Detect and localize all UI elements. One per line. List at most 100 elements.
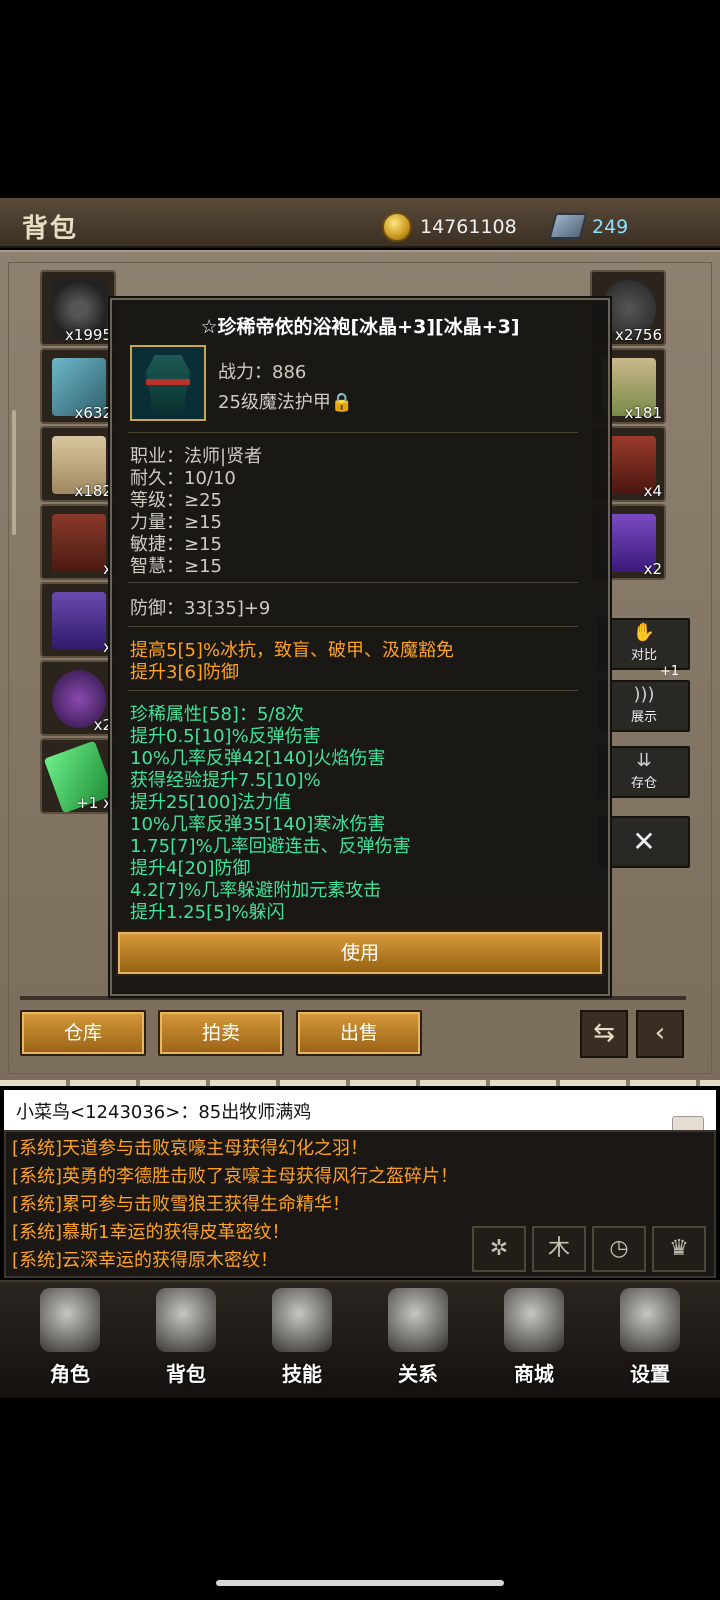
- inventory-slot[interactable]: x2: [40, 660, 116, 736]
- rare-line: 10%几率反弹35[140]寒冰伤害: [130, 814, 386, 835]
- nav-character[interactable]: 角色: [22, 1288, 118, 1392]
- backpack-icon: [156, 1288, 216, 1352]
- rare-line: 1.75[7]%几率回避连击、反弹伤害: [130, 836, 411, 857]
- inventory-slot[interactable]: x182: [40, 426, 116, 502]
- system-message: [系统]英勇的李德胜击败了哀嚎主母获得风行之盔碎片！: [12, 1166, 459, 1187]
- inventory-scrollbar[interactable]: [12, 410, 16, 535]
- divider: [128, 690, 578, 691]
- spellbook-icon: [272, 1288, 332, 1352]
- store-button[interactable]: ⇊ 存仓: [598, 746, 690, 798]
- store-label: 存仓: [630, 776, 657, 791]
- nav-label: 背包: [166, 1362, 206, 1386]
- gem-amount: 249: [592, 216, 629, 238]
- broadcast-icon: ))): [633, 684, 655, 705]
- sort-icon[interactable]: ⇆: [580, 1010, 628, 1058]
- warehouse-button[interactable]: 仓库: [20, 1010, 146, 1056]
- sell-button[interactable]: 出售: [296, 1010, 422, 1056]
- bonus-line: 提升3[6]防御: [130, 662, 239, 683]
- nav-label: 关系: [398, 1362, 438, 1386]
- gold-coin-icon: [382, 212, 412, 242]
- use-button[interactable]: 使用: [116, 930, 604, 976]
- nav-label: 技能: [282, 1362, 322, 1386]
- clock-icon[interactable]: ◷: [592, 1226, 646, 1272]
- gold-amount: 14761108: [420, 216, 517, 238]
- sash-decoration: [146, 379, 190, 385]
- system-message: [系统]慕斯1幸运的获得皮革密纹！: [12, 1222, 290, 1243]
- item-count: x2: [643, 560, 662, 578]
- inventory-slot[interactable]: x1995: [40, 270, 116, 346]
- req-line: 智慧：≥15: [130, 556, 222, 577]
- system-message: [系统]天道参与击败哀嚎主母获得幻化之羽！: [12, 1138, 369, 1159]
- nav-skills[interactable]: 技能: [254, 1288, 350, 1392]
- inventory-slot[interactable]: x632: [40, 348, 116, 424]
- chat-message-text: 小菜鸟<1243036>：85出牧师满鸡: [16, 1102, 312, 1123]
- rare-line: 提升1.25[5]%躲闪: [130, 902, 285, 923]
- gloves-icon: ✋: [632, 622, 656, 643]
- nav-relations[interactable]: 关系: [370, 1288, 466, 1392]
- defense-line: 防御：33[35]+9: [130, 598, 271, 619]
- item-type-label: 25级魔法护甲: [218, 392, 331, 413]
- system-message: [系统]云深幸运的获得原木密纹！: [12, 1250, 279, 1271]
- item-count: x181: [624, 404, 662, 422]
- divider: [128, 626, 578, 627]
- purple-card-icon: [52, 592, 106, 650]
- item-image: [130, 345, 206, 421]
- compare-label: 对比: [630, 648, 657, 663]
- req-line: 职业：法师|贤者: [130, 446, 263, 467]
- inventory-slot[interactable]: x: [40, 582, 116, 658]
- chest-icon: [504, 1288, 564, 1352]
- req-line: 等级：≥25: [130, 490, 222, 511]
- item-count: x632: [74, 404, 112, 422]
- handshake-icon: [388, 1288, 448, 1352]
- inventory-slot[interactable]: x: [40, 504, 116, 580]
- compare-button[interactable]: ✋ 对比: [598, 618, 690, 670]
- rare-line: 提升0.5[10]%反弹伤害: [130, 726, 321, 747]
- nav-settings[interactable]: 设置: [602, 1288, 698, 1392]
- auction-button[interactable]: 拍卖: [158, 1010, 284, 1056]
- req-line: 敏捷：≥15: [130, 534, 222, 555]
- store-arrow-icon: ⇊: [636, 750, 652, 771]
- item-count: x1995: [64, 326, 112, 344]
- red-card-icon: [52, 514, 106, 572]
- crossed-swords-icon[interactable]: ✲: [472, 1226, 526, 1272]
- rare-line: 4.2[7]%几率躲避附加元素攻击: [130, 880, 382, 901]
- item-count: x4: [643, 482, 662, 500]
- item-power: 战力：886: [218, 362, 307, 383]
- system-message: [系统]累可参与击败雪狼王获得生命精华！: [12, 1194, 351, 1215]
- home-indicator[interactable]: [216, 1580, 504, 1586]
- rare-line: 提升4[20]防御: [130, 858, 251, 879]
- page-title: 背包: [22, 214, 79, 244]
- chat-tabs[interactable]: [0, 1080, 720, 1086]
- item-count: x2756: [614, 326, 662, 344]
- item-type: 25级魔法护甲🔒: [218, 392, 353, 414]
- plus-one-badge: +1: [660, 664, 680, 679]
- nav-label: 设置: [630, 1362, 670, 1386]
- trophy-icon[interactable]: ♛: [652, 1226, 706, 1272]
- inventory-slot[interactable]: +1 x: [40, 738, 116, 814]
- divider: [20, 996, 686, 1000]
- rare-line: 10%几率反弹42[140]火焰伤害: [130, 748, 386, 769]
- rare-line: 获得经验提升7.5[10]%: [130, 770, 321, 791]
- req-line: 力量：≥15: [130, 512, 222, 533]
- nav-label: 商城: [514, 1362, 554, 1386]
- tree-icon[interactable]: 木: [532, 1226, 586, 1272]
- item-count: x182: [74, 482, 112, 500]
- bonus-line: 提高5[5]%冰抗，致盲、破甲、汲魔豁免: [130, 640, 455, 661]
- close-button[interactable]: ✕: [598, 816, 690, 868]
- nav-label: 角色: [50, 1362, 90, 1386]
- back-icon[interactable]: ‹: [636, 1010, 684, 1058]
- show-button[interactable]: ))) 展示: [598, 680, 690, 732]
- gear-icon: [620, 1288, 680, 1352]
- nav-bag[interactable]: 背包: [138, 1288, 234, 1392]
- helmet-icon: [40, 1288, 100, 1352]
- rare-line: 珍稀属性[58]：5/8次: [130, 704, 304, 725]
- lock-icon: 🔒: [330, 392, 354, 413]
- close-icon: ✕: [632, 825, 656, 858]
- divider: [128, 432, 578, 433]
- show-label: 展示: [630, 710, 657, 725]
- divider: [128, 582, 578, 583]
- item-title: ☆珍稀帝依的浴袍[冰晶+3][冰晶+3]: [200, 316, 520, 338]
- rare-line: 提升25[100]法力值: [130, 792, 292, 813]
- item-count: +1 x: [76, 794, 112, 812]
- nav-shop[interactable]: 商城: [486, 1288, 582, 1392]
